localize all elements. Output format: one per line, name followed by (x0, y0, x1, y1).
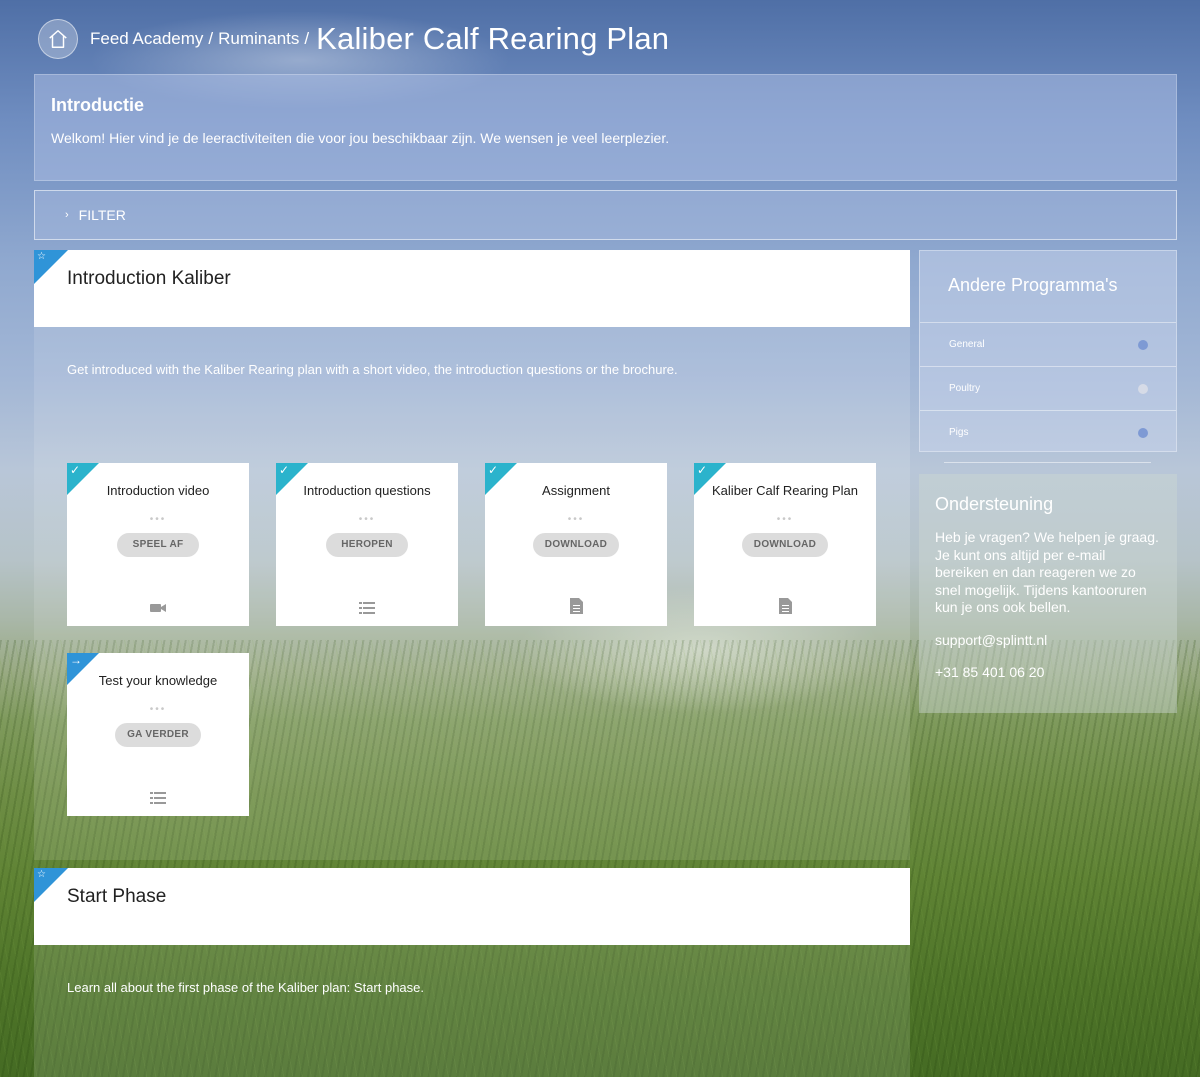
star-icon: ☆ (37, 869, 46, 880)
program-item-poultry[interactable]: Poultry (920, 366, 1176, 410)
activity-tile[interactable]: → Test your knowledge ••• GA VERDER (67, 653, 249, 816)
document-icon (485, 598, 667, 614)
program-item-pigs[interactable]: Pigs (920, 410, 1176, 454)
breadcrumb-separator: / (304, 29, 310, 48)
breadcrumb-separator: / (208, 29, 214, 48)
page-title: Kaliber Calf Rearing Plan (316, 21, 670, 56)
program-label: Pigs (949, 427, 969, 438)
check-icon: ✓ (488, 463, 499, 477)
section-header[interactable]: ☆ Introduction Kaliber (34, 250, 910, 327)
program-item-general[interactable]: General (920, 322, 1176, 366)
filter-label: FILTER (78, 207, 126, 223)
program-indicator-dot (1138, 339, 1148, 350)
continue-button[interactable]: GA VERDER (115, 723, 201, 747)
breadcrumb-ruminants[interactable]: Ruminants (218, 29, 299, 49)
support-email-link[interactable]: support@splintt.nl (935, 632, 1161, 648)
section-description: Learn all about the first phase of the K… (67, 980, 425, 995)
play-button[interactable]: SPEEL AF (117, 533, 199, 557)
download-button[interactable]: DOWNLOAD (532, 533, 620, 557)
activity-tile[interactable]: ✓ Kaliber Calf Rearing Plan ••• DOWNLOAD (694, 463, 876, 626)
reopen-button[interactable]: HEROPEN (326, 533, 408, 557)
section-body: Get introduced with the Kaliber Rearing … (34, 327, 910, 860)
support-panel: Ondersteuning Heb je vragen? We helpen j… (919, 474, 1177, 713)
program-label: General (949, 339, 985, 350)
activity-tile[interactable]: ✓ Assignment ••• DOWNLOAD (485, 463, 667, 626)
chevron-right-icon: › (65, 209, 69, 221)
arrow-right-icon: → (70, 653, 82, 667)
tile-dots: ••• (149, 704, 167, 715)
download-button[interactable]: DOWNLOAD (741, 533, 829, 557)
intro-panel: Introductie Welkom! Hier vind je de leer… (34, 74, 1177, 181)
sidebar-divider (944, 462, 1151, 463)
activity-tile[interactable]: ✓ Introduction questions ••• HEROPEN (276, 463, 458, 626)
section-body: Learn all about the first phase of the K… (34, 945, 910, 1077)
tile-dots: ••• (149, 514, 167, 525)
section-start-phase: ☆ Start Phase Learn all about the first … (34, 868, 910, 1077)
program-indicator-dot (1138, 427, 1148, 438)
section-title: Introduction Kaliber (67, 268, 231, 289)
home-button[interactable] (38, 19, 78, 59)
tile-dots: ••• (776, 514, 794, 525)
activity-tile[interactable]: ✓ Introduction video ••• SPEEL AF (67, 463, 249, 626)
home-icon (49, 30, 67, 48)
support-text: Heb je vragen? We helpen je graag. Je ku… (935, 529, 1159, 615)
tile-dots: ••• (358, 514, 376, 525)
support-title: Ondersteuning (935, 494, 1054, 514)
check-icon: ✓ (70, 463, 81, 477)
intro-title: Introductie (51, 95, 144, 115)
list-icon (67, 792, 249, 804)
activity-tiles: ✓ Introduction video ••• SPEEL AF ✓ Intr… (67, 463, 877, 833)
check-icon: ✓ (279, 463, 290, 477)
section-title: Start Phase (67, 886, 167, 907)
program-indicator-dot (1138, 383, 1148, 394)
section-introduction-kaliber: ☆ Introduction Kaliber Get introduced wi… (34, 250, 910, 860)
program-label: Poultry (949, 383, 981, 394)
star-icon: ☆ (37, 251, 46, 262)
section-description: Get introduced with the Kaliber Rearing … (67, 362, 678, 377)
intro-text: Welkom! Hier vind je de leeractiviteiten… (51, 130, 670, 146)
tile-dots: ••• (567, 514, 585, 525)
document-icon (694, 598, 876, 614)
video-camera-icon (67, 602, 249, 614)
support-phone-link[interactable]: +31 85 401 06 20 (935, 664, 1161, 680)
breadcrumb: Feed Academy / Ruminants / Kaliber Calf … (38, 18, 669, 60)
list-icon (276, 602, 458, 614)
check-icon: ✓ (697, 463, 708, 477)
other-programs-title: Andere Programma's (948, 275, 1118, 295)
other-programs-panel: Andere Programma's General Poultry Pigs (919, 250, 1177, 452)
breadcrumb-feed-academy[interactable]: Feed Academy (90, 29, 203, 49)
section-header[interactable]: ☆ Start Phase (34, 868, 910, 945)
filter-toggle[interactable]: › FILTER (34, 190, 1177, 240)
